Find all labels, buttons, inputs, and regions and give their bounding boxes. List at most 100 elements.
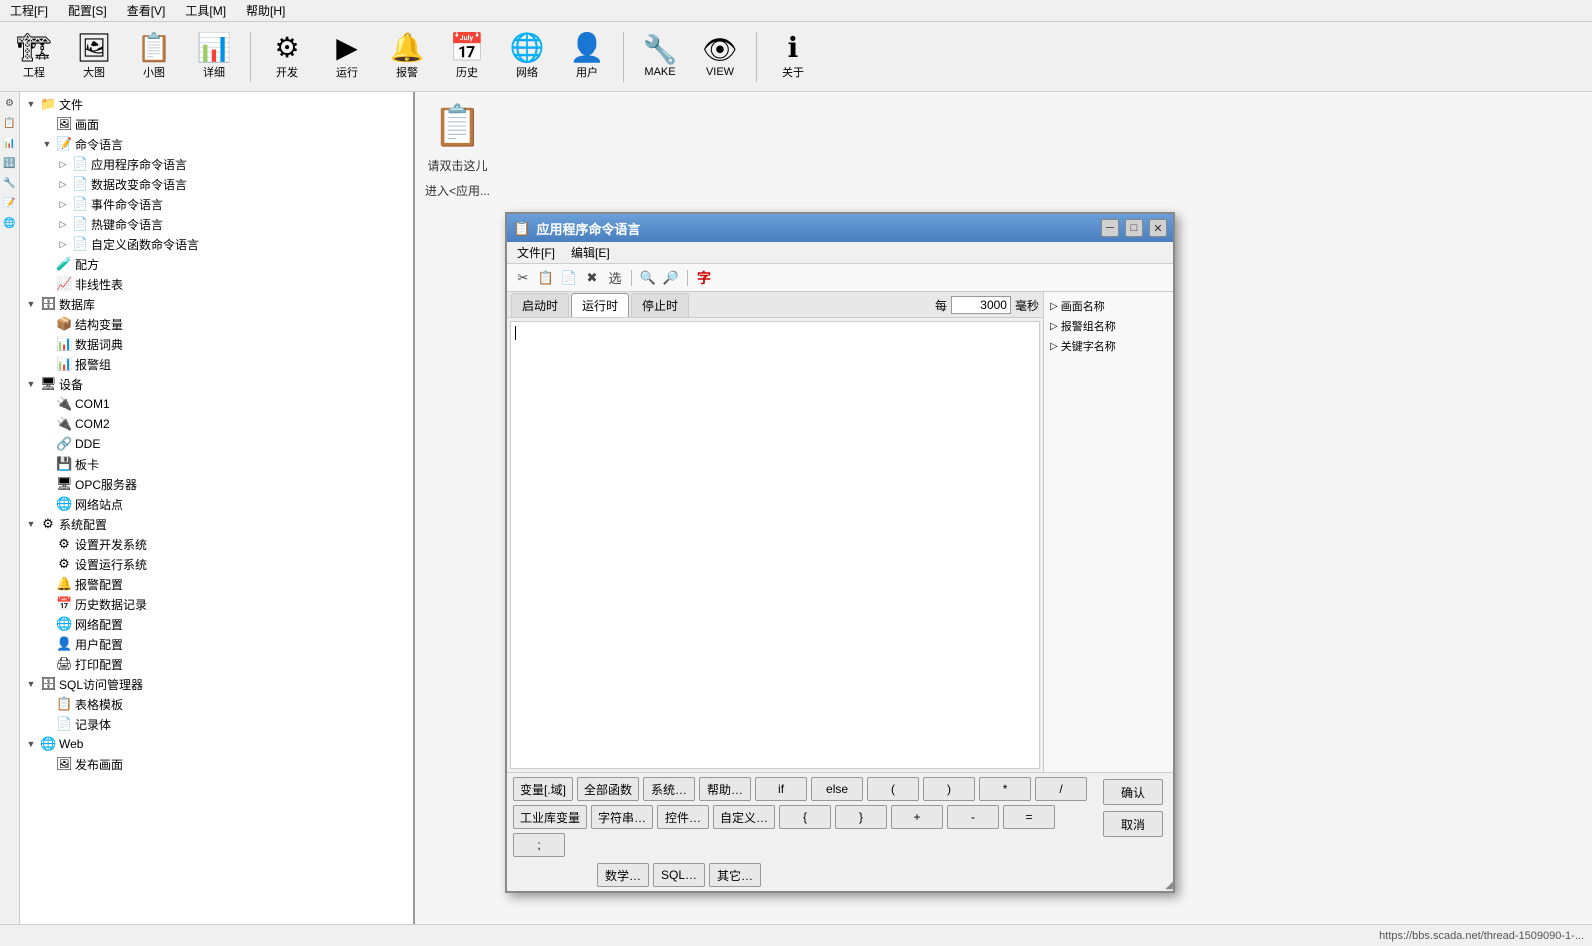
btn-equals[interactable]: = bbox=[1003, 805, 1055, 829]
btn-confirm[interactable]: 确认 bbox=[1103, 779, 1163, 805]
dialog-menu-file[interactable]: 文件[F] bbox=[513, 243, 559, 262]
tree-node-net-config[interactable]: 🌐 网络配置 bbox=[20, 614, 413, 634]
btn-string[interactable]: 字符串… bbox=[591, 805, 653, 829]
side-icon-5[interactable]: 🔧 bbox=[2, 176, 18, 192]
tree-node-formula[interactable]: 🧪 配方 bbox=[20, 254, 413, 274]
expand-commands[interactable]: ▼ bbox=[40, 137, 54, 151]
dialog-maximize-btn[interactable]: □ bbox=[1125, 219, 1143, 237]
dialog-tool-paste[interactable]: 📄 bbox=[559, 268, 579, 288]
tree-node-alarm-config[interactable]: 🔔 报警配置 bbox=[20, 574, 413, 594]
tree-node-run-sys[interactable]: ⚙ 设置运行系统 bbox=[20, 554, 413, 574]
tree-node-sql-manager[interactable]: ▼ 🗄 SQL访问管理器 bbox=[20, 674, 413, 694]
expand-sys-config[interactable]: ▼ bbox=[24, 517, 38, 531]
interval-input[interactable] bbox=[951, 296, 1011, 314]
tree-node-app-cmd[interactable]: ▷ 📄 应用程序命令语言 bbox=[20, 154, 413, 174]
tree-node-sys-config[interactable]: ▼ ⚙ 系统配置 bbox=[20, 514, 413, 534]
sidebar-expand-keyword[interactable]: ▷ bbox=[1050, 341, 1058, 352]
menu-view[interactable]: 查看[V] bbox=[121, 0, 172, 21]
tree-node-user-config[interactable]: 👤 用户配置 bbox=[20, 634, 413, 654]
tree-node-hist-data[interactable]: 📅 历史数据记录 bbox=[20, 594, 413, 614]
btn-math[interactable]: 数学… bbox=[597, 863, 649, 887]
hint-clipboard-icon[interactable]: 📋 bbox=[433, 102, 483, 149]
toolbar-btn-user[interactable]: 👤 用户 bbox=[559, 28, 615, 86]
toolbar-btn-develop[interactable]: ⚙ 开发 bbox=[259, 28, 315, 86]
expand-database[interactable]: ▼ bbox=[24, 297, 38, 311]
btn-rbrace[interactable]: } bbox=[835, 805, 887, 829]
menu-config[interactable]: 配置[S] bbox=[62, 0, 113, 21]
btn-divide[interactable]: / bbox=[1035, 777, 1087, 801]
expand-event-cmd[interactable]: ▷ bbox=[56, 197, 70, 211]
sidebar-screen-name[interactable]: ▷ 画面名称 bbox=[1048, 296, 1169, 316]
sidebar-keyword[interactable]: ▷ 关键字名称 bbox=[1048, 336, 1169, 356]
btn-multiply[interactable]: * bbox=[979, 777, 1031, 801]
toolbar-btn-alarm[interactable]: 🔔 报警 bbox=[379, 28, 435, 86]
expand-web[interactable]: ▼ bbox=[24, 737, 38, 751]
dialog-resize-handle[interactable]: ◢ bbox=[1161, 879, 1173, 891]
tree-node-devices[interactable]: ▼ 🖥 设备 bbox=[20, 374, 413, 394]
tree-node-dev-sys[interactable]: ⚙ 设置开发系统 bbox=[20, 534, 413, 554]
tree-node-data-cmd[interactable]: ▷ 📄 数据改变命令语言 bbox=[20, 174, 413, 194]
expand-app-cmd[interactable]: ▷ bbox=[56, 157, 70, 171]
toolbar-btn-about[interactable]: ℹ 关于 bbox=[765, 28, 821, 86]
toolbar-btn-bigmap[interactable]: 🖼 大图 bbox=[66, 28, 122, 86]
btn-else[interactable]: else bbox=[811, 777, 863, 801]
tree-node-commands[interactable]: ▼ 📝 命令语言 bbox=[20, 134, 413, 154]
expand-sql-manager[interactable]: ▼ bbox=[24, 677, 38, 691]
tree-node-publish-screen[interactable]: 🖼 发布画面 bbox=[20, 754, 413, 774]
btn-lbrace[interactable]: { bbox=[779, 805, 831, 829]
tree-node-com1[interactable]: 🔌 COM1 bbox=[20, 394, 413, 414]
btn-system[interactable]: 系统… bbox=[643, 777, 695, 801]
side-icon-1[interactable]: ⚙ bbox=[2, 96, 18, 112]
toolbar-btn-make[interactable]: 🔧 MAKE bbox=[632, 28, 688, 86]
expand-data-cmd[interactable]: ▷ bbox=[56, 177, 70, 191]
dialog-minimize-btn[interactable]: ─ bbox=[1101, 219, 1119, 237]
btn-variable[interactable]: 变量[.域] bbox=[513, 777, 573, 801]
tree-node-report-grp[interactable]: 📊 报警组 bbox=[20, 354, 413, 374]
dialog-tool-delete[interactable]: ✖ bbox=[582, 268, 602, 288]
tree-node-table-tpl[interactable]: 📋 表格模板 bbox=[20, 694, 413, 714]
btn-control[interactable]: 控件… bbox=[657, 805, 709, 829]
toolbar-btn-run[interactable]: ▶ 运行 bbox=[319, 28, 375, 86]
sidebar-expand-alarm[interactable]: ▷ bbox=[1050, 321, 1058, 332]
tree-node-nonlinear[interactable]: 📈 非线性表 bbox=[20, 274, 413, 294]
dialog-tool-cut[interactable]: ✂ bbox=[513, 268, 533, 288]
btn-industry-var[interactable]: 工业库变量 bbox=[513, 805, 587, 829]
tree-node-hotkey-cmd[interactable]: ▷ 📄 热键命令语言 bbox=[20, 214, 413, 234]
side-icon-4[interactable]: 🔢 bbox=[2, 156, 18, 172]
expand-custom-cmd[interactable]: ▷ bbox=[56, 237, 70, 251]
btn-rparen[interactable]: ) bbox=[923, 777, 975, 801]
sidebar-expand-screen[interactable]: ▷ bbox=[1050, 301, 1058, 312]
tree-node-board[interactable]: 💾 板卡 bbox=[20, 454, 413, 474]
btn-custom[interactable]: 自定义… bbox=[713, 805, 775, 829]
tree-node-web[interactable]: ▼ 🌐 Web bbox=[20, 734, 413, 754]
tree-node-files[interactable]: ▼ 📁 文件 bbox=[20, 94, 413, 114]
dialog-tool-char[interactable]: 字 bbox=[694, 268, 714, 288]
tree-node-opc-server[interactable]: 🖥 OPC服务器 bbox=[20, 474, 413, 494]
tree-node-data-dict[interactable]: 📊 数据词典 bbox=[20, 334, 413, 354]
btn-help[interactable]: 帮助… bbox=[699, 777, 751, 801]
toolbar-btn-history[interactable]: 📅 历史 bbox=[439, 28, 495, 86]
tree-node-record-body[interactable]: 📄 记录体 bbox=[20, 714, 413, 734]
dialog-tab-startup[interactable]: 启动时 bbox=[511, 293, 569, 317]
dialog-tool-replace[interactable]: 🔎 bbox=[661, 268, 681, 288]
btn-cancel[interactable]: 取消 bbox=[1103, 811, 1163, 837]
menu-help[interactable]: 帮助[H] bbox=[240, 0, 291, 21]
dialog-menu-edit[interactable]: 编辑[E] bbox=[567, 243, 614, 262]
side-icon-2[interactable]: 📋 bbox=[2, 116, 18, 132]
dialog-close-btn[interactable]: ✕ bbox=[1149, 219, 1167, 237]
expand-devices[interactable]: ▼ bbox=[24, 377, 38, 391]
side-icon-6[interactable]: 📝 bbox=[2, 196, 18, 212]
btn-lparen[interactable]: ( bbox=[867, 777, 919, 801]
toolbar-btn-network[interactable]: 🌐 网络 bbox=[499, 28, 555, 86]
dialog-tool-find[interactable]: 🔍 bbox=[638, 268, 658, 288]
btn-semicolon[interactable]: ; bbox=[513, 833, 565, 857]
dialog-tool-select[interactable]: 选 bbox=[605, 268, 625, 288]
sidebar-alarm-grp[interactable]: ▷ 报警组名称 bbox=[1048, 316, 1169, 336]
btn-other[interactable]: 其它… bbox=[709, 863, 761, 887]
toolbar-btn-view[interactable]: 👁 VIEW bbox=[692, 28, 748, 86]
btn-all-func[interactable]: 全部函数 bbox=[577, 777, 639, 801]
tree-node-database[interactable]: ▼ 🗄 数据库 bbox=[20, 294, 413, 314]
dialog-tab-runtime[interactable]: 运行时 bbox=[571, 293, 629, 317]
toolbar-btn-project[interactable]: 🏗 工程 bbox=[6, 28, 62, 86]
menu-tools[interactable]: 工具[M] bbox=[179, 0, 232, 21]
